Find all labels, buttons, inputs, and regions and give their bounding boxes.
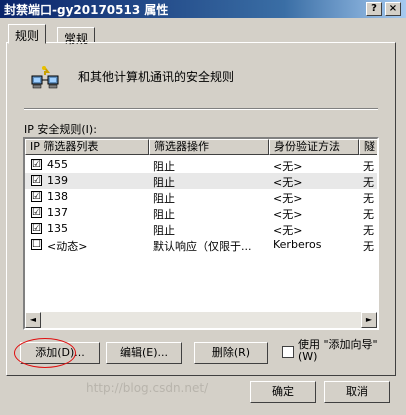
- table-row[interactable]: ☑ 137 阻止 <无> 无: [25, 205, 377, 221]
- column-header-tunnel[interactable]: 隧: [359, 139, 377, 155]
- column-header-filter-action[interactable]: 筛选器操作: [149, 139, 269, 155]
- cell-filter-list: 455: [47, 158, 68, 171]
- rule-checkbox[interactable]: ☑: [31, 159, 42, 170]
- cell-filter-action: 阻止: [153, 224, 175, 237]
- title-bar[interactable]: 封禁端口-gy20170513 属性 ? ×: [0, 0, 406, 18]
- cell-tunnel: 无: [363, 240, 374, 253]
- cell-filter-list: 139: [47, 174, 68, 187]
- cell-filter-action: 阻止: [153, 176, 175, 189]
- wizard-checkbox[interactable]: [282, 346, 294, 358]
- cell-filter-list: <动态>: [47, 240, 88, 253]
- network-computers-icon: [30, 64, 60, 94]
- wizard-checkbox-label: 使用 "添加向导"(W): [298, 338, 378, 363]
- table-row[interactable]: ☐ <动态> 默认响应（仅限于... Kerberos 无: [25, 237, 377, 253]
- tab-rules[interactable]: 规则: [8, 24, 47, 44]
- header-description: 和其他计算机通讯的安全规则: [78, 70, 235, 84]
- cell-auth-method: <无>: [273, 160, 303, 173]
- cell-auth-method: <无>: [273, 176, 303, 189]
- cell-auth-method: <无>: [273, 192, 303, 205]
- cell-filter-list: 138: [47, 190, 68, 203]
- cell-filter-action: 默认响应（仅限于...: [153, 240, 252, 253]
- watermark-text: http://blog.csdn.net/: [86, 381, 209, 395]
- horizontal-scrollbar[interactable]: ◄ ►: [25, 312, 377, 328]
- cell-auth-method: Kerberos: [273, 238, 322, 251]
- cell-auth-method: <无>: [273, 224, 303, 237]
- cancel-button[interactable]: 取消: [324, 381, 390, 403]
- cell-filter-action: 阻止: [153, 208, 175, 221]
- edit-button[interactable]: 编辑(E)...: [106, 342, 182, 364]
- table-row[interactable]: ☑ 455 阻止 <无> 无: [25, 157, 377, 173]
- cell-filter-list: 137: [47, 206, 68, 219]
- separator: [24, 108, 378, 110]
- tab-general[interactable]: 常规: [57, 27, 96, 46]
- close-button[interactable]: ×: [385, 2, 401, 16]
- cell-tunnel: 无: [363, 224, 374, 237]
- rules-list-label: IP 安全规则(I):: [24, 123, 97, 136]
- ok-button[interactable]: 确定: [250, 381, 316, 403]
- rule-checkbox[interactable]: ☐: [31, 239, 42, 250]
- cell-filter-action: 阻止: [153, 192, 175, 205]
- table-row[interactable]: ☑ 135 阻止 <无> 无: [25, 221, 377, 237]
- scroll-right-arrow-icon[interactable]: ►: [361, 312, 377, 328]
- cell-tunnel: 无: [363, 176, 374, 189]
- cell-filter-action: 阻止: [153, 160, 175, 173]
- window-title: 封禁端口-gy20170513 属性: [4, 3, 169, 17]
- rule-checkbox[interactable]: ☑: [31, 191, 42, 202]
- rules-listview[interactable]: IP 筛选器列表 筛选器操作 身份验证方法 隧 ☑ 455 阻止 <无> 无 ☑ 139 阻止…: [23, 137, 379, 330]
- cell-tunnel: 无: [363, 208, 374, 221]
- table-row[interactable]: ☑ 138 阻止 <无> 无: [25, 189, 377, 205]
- add-button[interactable]: 添加(D)...: [20, 342, 100, 364]
- cell-filter-list: 135: [47, 222, 68, 235]
- rule-checkbox[interactable]: ☑: [31, 175, 42, 186]
- rule-checkbox[interactable]: ☑: [31, 207, 42, 218]
- help-button[interactable]: ?: [366, 2, 382, 16]
- remove-button[interactable]: 删除(R): [194, 342, 268, 364]
- column-header-filter-list[interactable]: IP 筛选器列表: [25, 139, 149, 155]
- column-header-auth-method[interactable]: 身份验证方法: [269, 139, 359, 155]
- scroll-left-arrow-icon[interactable]: ◄: [25, 312, 41, 328]
- cell-auth-method: <无>: [273, 208, 303, 221]
- cell-tunnel: 无: [363, 160, 374, 173]
- cell-tunnel: 无: [363, 192, 374, 205]
- rule-checkbox[interactable]: ☑: [31, 223, 42, 234]
- table-row[interactable]: ☑ 139 阻止 <无> 无: [25, 173, 377, 189]
